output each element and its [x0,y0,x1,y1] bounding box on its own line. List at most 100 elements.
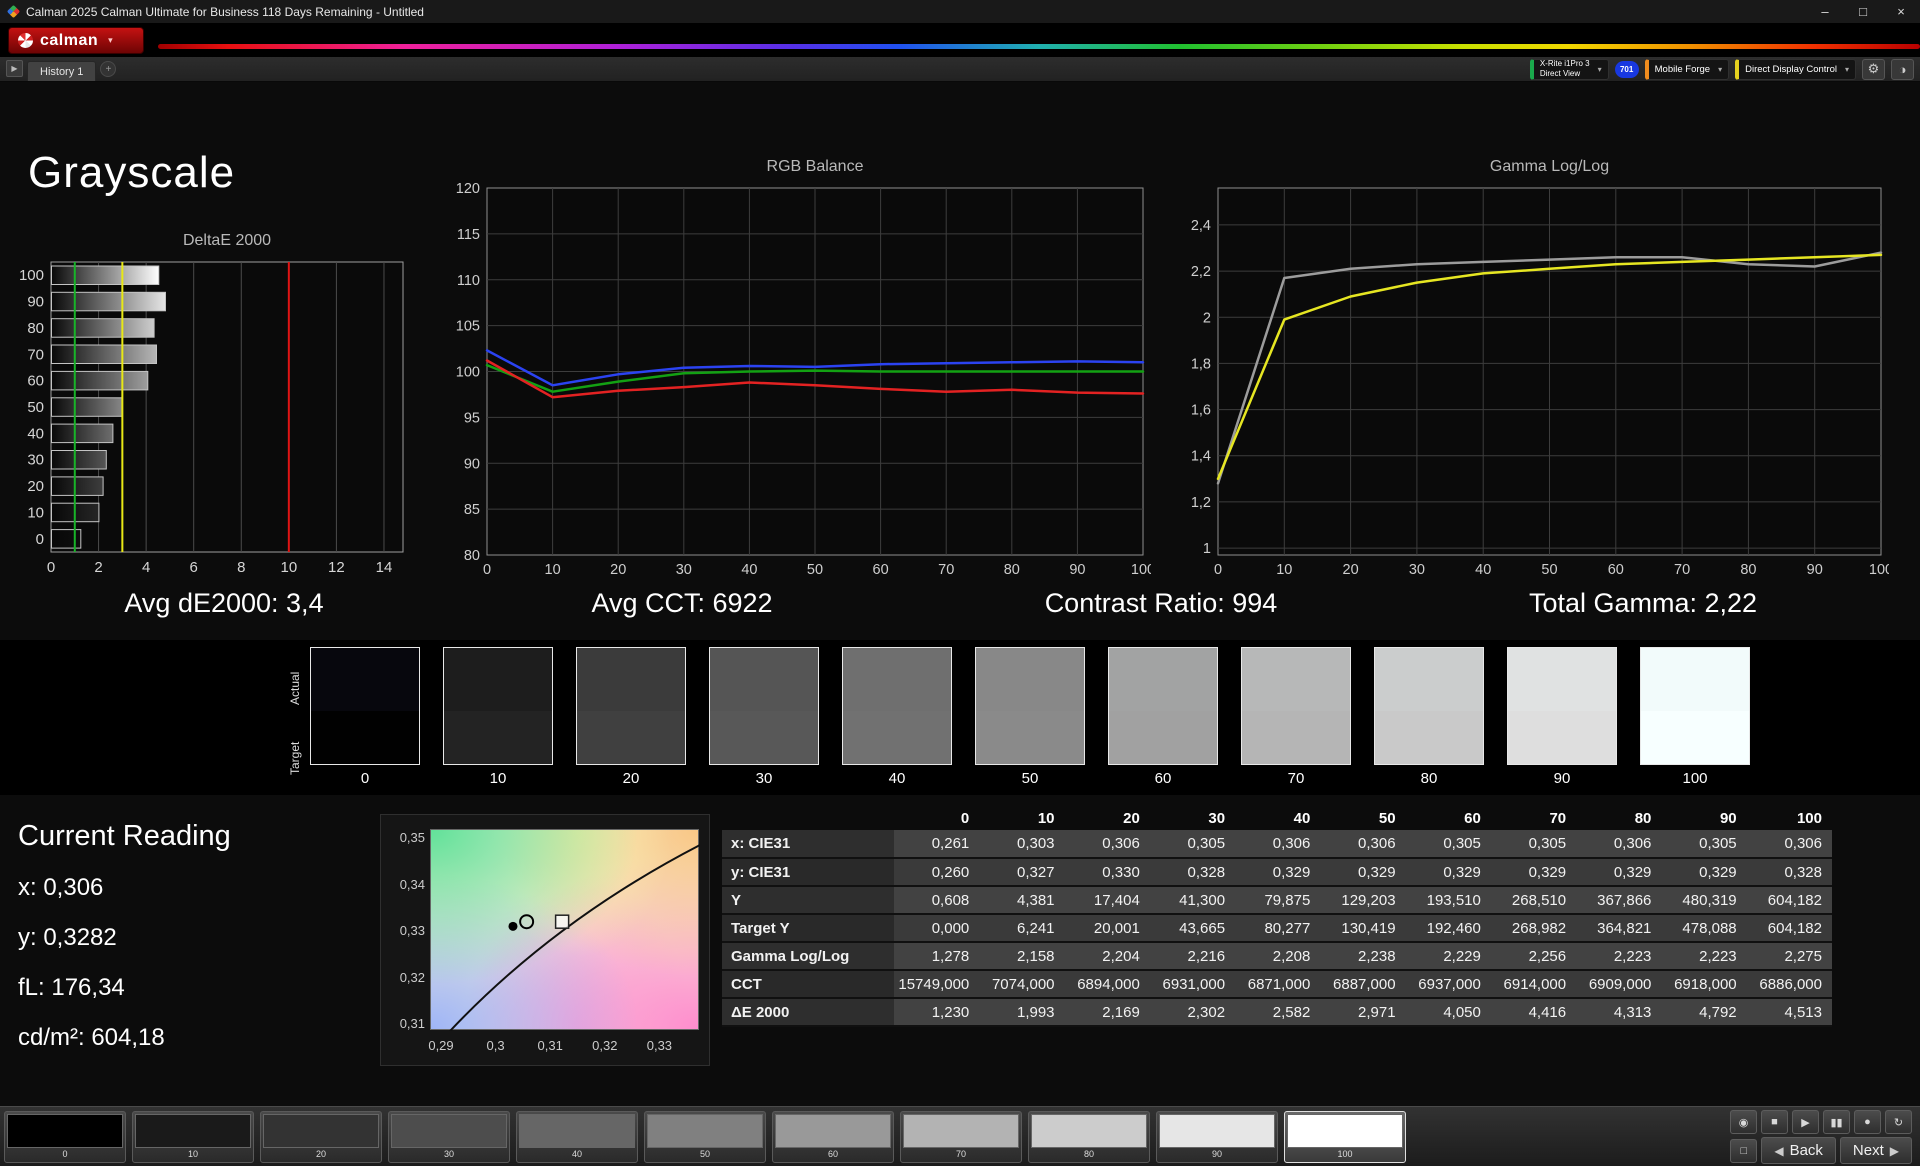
close-button[interactable]: × [1882,0,1920,23]
deltae-chart-title: DeltaE 2000 [182,232,272,249]
table-cell: 6887,000 [1320,970,1406,999]
grayscale-patch-button[interactable]: 40 [516,1111,638,1163]
stop-button[interactable]: ■ [1761,1110,1788,1134]
x-axis-tick-label: 10 [545,562,561,578]
swatch-target-color [1242,711,1350,764]
y-axis-tick-label: 80 [27,320,44,337]
swatch-row: 0 10 20 30 40 50 60 70 80 90 100 [310,647,1750,787]
table-cell: 20,001 [1064,914,1150,943]
half-circle-icon: ◑ [1898,61,1907,77]
x-axis-tick-label: 70 [938,562,954,578]
table-cell: 2,275 [1746,942,1832,971]
table-column-header: 20 [1123,809,1140,827]
y-axis-tick-label: 70 [27,346,44,363]
swatch-box [975,647,1085,765]
deltae-bar [51,318,155,338]
display-control-label: Direct Display Control [1745,63,1837,75]
refresh-button[interactable]: ↻ [1885,1110,1912,1134]
grayscale-patch-button[interactable]: 30 [388,1111,510,1163]
minimize-button[interactable]: – [1806,0,1844,23]
history-panel-expander-button[interactable]: ▶ [6,60,23,77]
maximize-button[interactable]: □ [1844,0,1882,23]
swatch-target-color [1375,711,1483,764]
pattern-window-button[interactable]: □ [1730,1138,1758,1163]
cie-x-axis-tick-label: 0,33 [646,1038,673,1053]
patch-color-fill [903,1114,1019,1148]
total-gamma-stat: Total Gamma: 2,22 [1528,588,1758,618]
grayscale-patch-button[interactable]: 20 [260,1111,382,1163]
swatch-label: 80 [1420,770,1438,787]
table-row-label: Gamma Log/Log [722,942,894,971]
table-cell: 0,328 [1149,858,1236,887]
table-cell: 6,241 [979,914,1065,943]
read-continuous-button[interactable]: ▶ [1792,1110,1819,1134]
logo-bar: calman ▾ [0,24,1920,57]
actual-row-label: Actual [288,671,302,705]
grayscale-patch-button[interactable]: 90 [1156,1111,1278,1163]
table-column-header: 0 [960,809,970,827]
swatch-actual-color [976,648,1084,712]
swatch-label: 70 [1287,770,1305,787]
x-axis-tick-label: 60 [1608,562,1624,578]
table-cell: 0,329 [1661,858,1747,887]
grayscale-patch-button[interactable]: 70 [900,1111,1022,1163]
patch-label: 100 [1337,1149,1353,1159]
grayscale-patch-button[interactable]: 10 [132,1111,254,1163]
swatch-label: 40 [888,770,906,787]
deltae-bar [51,423,114,444]
table-cell: 2,158 [979,942,1065,971]
y-axis-tick-label: 2 [1203,310,1211,326]
table-cell: 15749,000 [894,970,980,999]
meter-dropdown[interactable]: X-Rite i1Pro 3 Direct View ▾ [1529,58,1609,80]
next-button[interactable]: Next ▶ [1839,1137,1912,1164]
y-axis-tick-label: 1,2 [1191,495,1211,511]
panel-toggle-button[interactable]: ◑ [1891,58,1914,80]
patch-color-fill [135,1114,251,1148]
table-cell: 367,866 [1576,886,1662,915]
back-button[interactable]: ◀ Back [1761,1137,1836,1164]
y-axis-tick-label: 60 [27,373,44,390]
patch-button-row: 0 10 20 30 40 50 60 70 80 90 100 [4,1111,1406,1163]
patch-color-fill [1159,1114,1275,1148]
read-series-button[interactable]: ● [1854,1110,1881,1134]
pause-button[interactable]: ▮▮ [1823,1110,1850,1134]
x-axis-tick-label: 80 [1740,562,1756,578]
source-dropdown[interactable]: Mobile Forge ▾ [1644,58,1730,80]
table-corner-cell [722,806,894,830]
table-cell: 0,305 [1490,830,1577,859]
y-axis-tick-label: 110 [457,273,480,289]
swatch-actual-color [1242,648,1350,712]
grayscale-patch-button[interactable]: 100 [1284,1111,1406,1163]
table-cell: 6918,000 [1661,970,1747,999]
patch-label: 90 [1211,1149,1222,1159]
deltae-bar [51,397,123,417]
table-column-header: 60 [1464,809,1481,827]
refresh-icon: ↻ [1893,1116,1904,1129]
table-cell: 2,208 [1235,942,1321,971]
x-axis-tick-label: 14 [376,559,393,576]
table-cell: 0,328 [1746,858,1832,887]
y-axis-tick-label: 2,4 [1191,218,1211,234]
swatch-label: 60 [1154,770,1172,787]
snapshot-button[interactable]: ◉ [1730,1110,1757,1134]
patch-label: 70 [955,1149,966,1159]
swatch-box [576,647,686,765]
settings-gear-button[interactable]: ⚙ [1862,58,1885,80]
y-axis-tick-label: 30 [27,452,44,469]
swatch-box [1640,647,1750,765]
add-tab-button[interactable]: + [100,61,117,77]
y-axis-tick-label: 10 [27,504,44,521]
grayscale-patch-button[interactable]: 80 [1028,1111,1150,1163]
meter-name: X-Rite i1Pro 3 [1539,59,1590,69]
tab-history-1[interactable]: History 1 [27,61,97,81]
calman-logo-menu[interactable]: calman ▾ [8,27,144,54]
display-control-dropdown[interactable]: Direct Display Control ▾ [1735,58,1856,80]
swatch-target-color [710,711,818,764]
table-cell: 41,300 [1149,886,1236,915]
y-axis-tick-label: 90 [464,456,480,472]
grayscale-patch-button[interactable]: 60 [772,1111,894,1163]
grayscale-patch-button[interactable]: 50 [644,1111,766,1163]
grayscale-patch-button[interactable]: 0 [4,1111,126,1163]
table-cell: 0,306 [1746,830,1832,859]
swatch-target-color [1641,711,1749,764]
